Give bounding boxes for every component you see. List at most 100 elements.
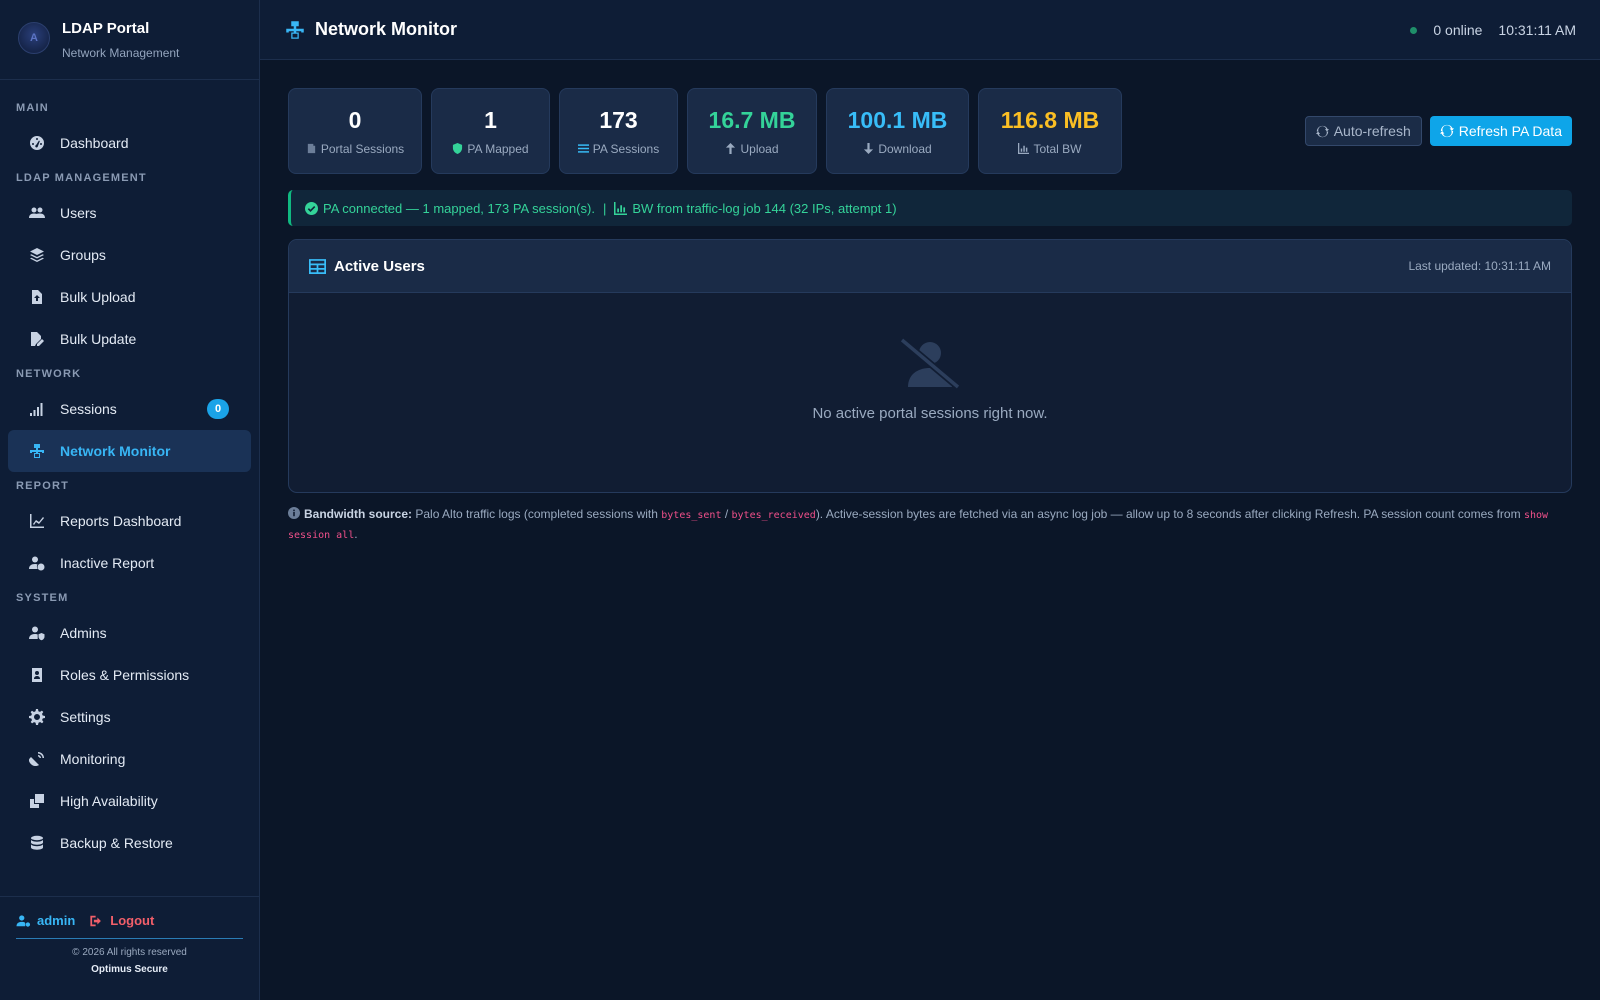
empty-state: No active portal sessions right now. [289, 293, 1571, 492]
sidebar-item-monitoring[interactable]: Monitoring [8, 738, 251, 780]
sidebar-item-label: High Availability [60, 793, 158, 809]
satellite-dish-icon [28, 750, 46, 768]
company-name: Optimus Secure [91, 964, 168, 975]
logout-link[interactable]: Logout [89, 913, 154, 928]
sidebar-item-sessions[interactable]: Sessions 0 [8, 388, 251, 430]
bandwidth-source-text: BW from traffic-log job 144 (32 IPs, att… [632, 200, 897, 216]
sidebar-item-label: Inactive Report [60, 555, 155, 571]
sidebar-item-network-monitor[interactable]: Network Monitor [8, 430, 251, 472]
logo: A [18, 22, 50, 54]
sidebar-item-label: Settings [60, 709, 111, 725]
sidebar-item-label: Network Monitor [60, 443, 171, 459]
chart-line-icon [28, 512, 46, 530]
stat-pa-mapped: 1 PA Mapped [431, 88, 550, 174]
stat-total-bw: 116.8 MB Total BW [978, 88, 1122, 174]
door-icon [307, 143, 315, 154]
layers-icon [28, 246, 46, 264]
stat-value: 16.7 MB [708, 106, 796, 133]
logout-icon [90, 915, 102, 926]
note-end: . [354, 527, 358, 541]
sidebar-item-bulk-upload[interactable]: Bulk Upload [8, 276, 251, 318]
user-slash-icon [899, 337, 961, 389]
sidebar: A LDAP Portal Network Management MAIN Da… [0, 0, 260, 1000]
sidebar-item-settings[interactable]: Settings [8, 696, 251, 738]
active-users-title: Active Users [309, 258, 425, 275]
stat-upload: 16.7 MB Upload [687, 88, 817, 174]
refresh-label: Refresh PA Data [1458, 123, 1562, 139]
chart-icon [614, 201, 628, 215]
chart-icon [1018, 143, 1030, 154]
clock: 10:31:11 AM [1498, 22, 1576, 38]
nav-section-network: NETWORK [16, 368, 82, 380]
sessions-count-badge: 0 [207, 399, 229, 419]
sync-icon [1315, 125, 1329, 137]
empty-message: No active portal sessions right now. [812, 405, 1048, 422]
card-title-text: Active Users [334, 257, 425, 275]
code-bytes-sent: bytes_sent [661, 510, 722, 521]
check-circle-icon [305, 201, 318, 215]
sidebar-item-bulk-update[interactable]: Bulk Update [8, 318, 251, 360]
stat-value: 1 [484, 106, 497, 133]
footer-divider [16, 938, 243, 939]
nav-section-system: SYSTEM [16, 592, 69, 604]
sidebar-item-dashboard[interactable]: Dashboard [8, 122, 251, 164]
list-icon [577, 144, 589, 153]
code-bytes-received: bytes_received [731, 510, 816, 521]
sidebar-item-backup-restore[interactable]: Backup & Restore [8, 822, 251, 864]
sidebar-item-label: Admins [60, 625, 107, 641]
brand: A LDAP Portal Network Management [0, 0, 259, 80]
sidebar-item-reports-dashboard[interactable]: Reports Dashboard [8, 500, 251, 542]
sidebar-item-high-availability[interactable]: High Availability [8, 780, 251, 822]
refresh-icon [1439, 124, 1454, 138]
sidebar-item-users[interactable]: Users [8, 192, 251, 234]
stat-label: PA Sessions [592, 141, 660, 156]
toolbar-actions: Auto-refresh Refresh PA Data [1304, 116, 1572, 146]
table-icon [309, 258, 326, 274]
auto-refresh-button[interactable]: Auto-refresh [1304, 116, 1422, 146]
network-icon [286, 20, 304, 39]
sidebar-item-label: Roles & Permissions [60, 667, 190, 683]
id-badge-icon [28, 666, 46, 684]
file-edit-icon [28, 330, 46, 348]
stat-label: PA Mapped [467, 141, 529, 156]
sidebar-item-inactive-report[interactable]: Inactive Report [8, 542, 251, 584]
sidebar-footer: admin Logout © 2026 All rights reserved … [0, 896, 259, 1000]
brand-title: LDAP Portal [62, 20, 150, 37]
arrow-down-icon [864, 143, 874, 154]
active-users-card: Active Users Last updated: 10:31:11 AM N… [288, 239, 1572, 493]
note-text-1: Palo Alto traffic logs (completed sessio… [415, 507, 658, 521]
sidebar-item-admins[interactable]: Admins [8, 612, 251, 654]
user-clock-icon [28, 554, 46, 572]
gauge-icon [28, 134, 46, 152]
stat-value: 100.1 MB [847, 106, 948, 133]
stat-value: 0 [348, 106, 362, 133]
admin-username: admin [37, 913, 76, 928]
last-updated: Last updated: 10:31:11 AM [1408, 259, 1551, 273]
online-status-dot [1410, 26, 1418, 34]
stat-label: Download [878, 141, 932, 156]
copyright: © 2026 All rights reserved [72, 947, 187, 958]
page-title-text: Network Monitor [315, 19, 457, 39]
admin-user-link[interactable]: admin [16, 913, 75, 928]
stat-pa-sessions: 173 PA Sessions [559, 88, 678, 174]
sidebar-item-label: Users [60, 205, 97, 221]
nav-section-ldap: LDAP MANAGEMENT [16, 172, 147, 184]
refresh-pa-data-button[interactable]: Refresh PA Data [1429, 116, 1572, 146]
sidebar-item-groups[interactable]: Groups [8, 234, 251, 276]
user-shield-icon [28, 624, 46, 642]
nav-section-report: REPORT [16, 480, 70, 492]
sidebar-item-label: Sessions [60, 401, 117, 417]
sidebar-item-label: Monitoring [60, 751, 126, 767]
stat-label: Portal Sessions [320, 141, 405, 156]
stat-value: 173 [599, 106, 638, 133]
bandwidth-note: Bandwidth source: Palo Alto traffic logs… [288, 505, 1572, 545]
stats-row: 0 Portal Sessions 1 PA Mapped 173 PA Ses… [288, 88, 1572, 174]
online-count: 0 online [1433, 22, 1483, 38]
sidebar-item-label: Reports Dashboard [60, 513, 182, 529]
status-separator: | [602, 200, 607, 216]
logout-label: Logout [110, 913, 155, 928]
stat-label: Upload [740, 141, 779, 156]
sidebar-item-roles[interactable]: Roles & Permissions [8, 654, 251, 696]
main-content: 0 Portal Sessions 1 PA Mapped 173 PA Ses… [288, 88, 1572, 545]
sidebar-item-label: Groups [60, 247, 106, 263]
